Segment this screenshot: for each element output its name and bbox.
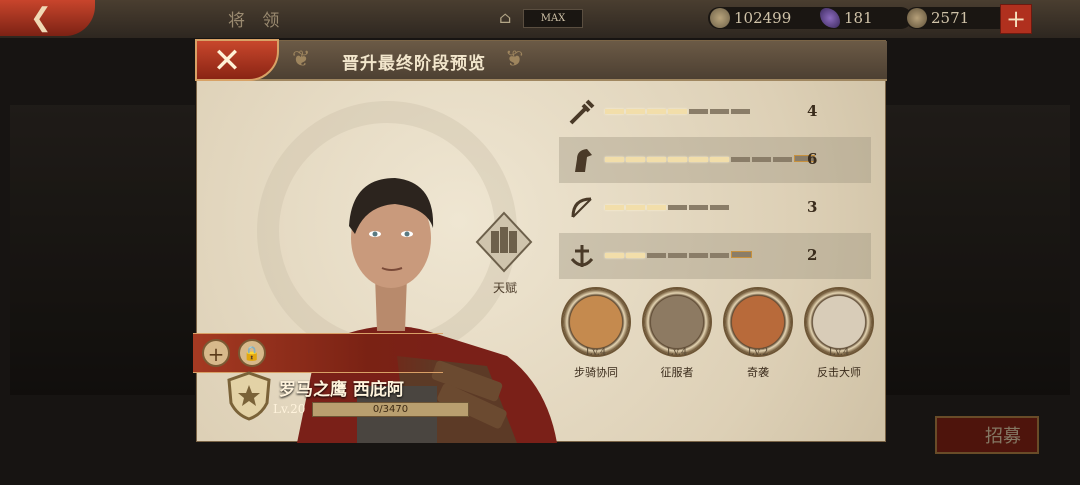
stat-row-navy: 2: [559, 233, 871, 279]
stat-bar-segment: [731, 251, 752, 258]
sword-laurel-skill-icon: [644, 289, 710, 355]
stat-bar-segment: [668, 109, 687, 114]
stat-bar-segment: [626, 205, 645, 210]
close-button[interactable]: ✕: [195, 39, 279, 81]
stat-bar-segment: [731, 109, 750, 114]
skill-item[interactable]: Lv.4 步骑协同: [559, 289, 633, 379]
troop-counter: 2571: [905, 7, 1011, 29]
stat-bar-segment: [689, 205, 708, 210]
stat-bar-segment: [689, 253, 708, 258]
skill-item[interactable]: Lv.4 征服者: [640, 289, 714, 379]
skill-level: Lv.4: [585, 347, 607, 358]
rank-shield-icon: [227, 371, 271, 421]
anchor-icon: [570, 245, 594, 267]
building-level-indicator: ⌂ MAX: [497, 7, 593, 29]
stat-bar-segment: [773, 157, 792, 162]
stat-value: 6: [807, 150, 818, 168]
stat-bar-segment: [668, 253, 687, 258]
stat-value: 2: [807, 246, 818, 264]
stat-bar-segment: [605, 109, 624, 114]
gem-icon: [820, 8, 840, 28]
sword-icon: [569, 99, 595, 125]
gem-counter: 181: [818, 7, 912, 29]
back-button[interactable]: ❮: [0, 0, 95, 36]
exp-text: 0/3470: [372, 404, 409, 415]
lock-button[interactable]: 🔒: [238, 339, 266, 367]
talent-icon[interactable]: [473, 211, 535, 273]
stat-value: 4: [807, 102, 818, 120]
dialog-header: ❦ 晋升最终阶段预览 ❦: [197, 41, 887, 81]
skill-name: 征服者: [660, 366, 694, 379]
stat-row-infantry: 4: [559, 89, 871, 135]
dialog-title: 晋升最终阶段预览: [342, 54, 486, 74]
skill-level: Lv.2: [747, 347, 769, 358]
raid-skill-icon: [725, 289, 791, 355]
laurel-right-icon: ❦: [505, 47, 524, 72]
stat-bar-segment: [605, 253, 624, 258]
talent-label: 天赋: [493, 281, 518, 295]
stat-bar-segment: [626, 109, 645, 114]
helmet-icon: [907, 8, 927, 28]
exp-bar: 0/3470: [312, 402, 469, 417]
stat-bar-segment: [710, 109, 729, 114]
stat-bar-segment: [710, 205, 729, 210]
skill-item[interactable]: Lv.2 奇袭: [721, 289, 795, 379]
stat-bar-segment: [668, 157, 687, 162]
skill-name: 步骑协同: [574, 366, 618, 379]
skill-name: 反击大师: [817, 366, 861, 379]
stat-value: 3: [807, 198, 818, 216]
skill-item[interactable]: Lv.4 反击大师: [802, 289, 876, 379]
skill-level: Lv.4: [666, 347, 688, 358]
stat-bar-segment: [647, 205, 666, 210]
laurel-left-icon: ❦: [292, 47, 311, 72]
skill-level: Lv.4: [828, 347, 850, 358]
stat-bar-segment: [689, 109, 708, 114]
promotion-preview-dialog: ❦ 晋升最终阶段预览 ❦ ✕ 天赋 + 🔒 罗马之鹰 西庇阿 Lv.20 0/3…: [193, 39, 887, 443]
stat-bar-segment: [647, 109, 666, 114]
stat-bar-segment: [668, 205, 687, 210]
bow-icon: [571, 197, 592, 218]
stat-bar-segment: [710, 157, 729, 162]
stat-bar-segment: [647, 253, 666, 258]
add-resource-button[interactable]: +: [1000, 4, 1032, 34]
infantry-cavalry-skill-icon: [563, 289, 629, 355]
stat-row-archer: 3: [559, 185, 871, 231]
stat-bar-segment: [605, 205, 624, 210]
skill-name: 奇袭: [747, 366, 769, 379]
stat-bar-segment: [689, 157, 708, 162]
stat-row-cavalry: 6: [559, 137, 871, 183]
stat-bar-segment: [626, 253, 645, 258]
stat-bar-segment: [605, 157, 624, 162]
troop-aptitude-list: 4 6 3 2: [559, 89, 871, 281]
stat-bar-segment: [647, 157, 666, 162]
skill-list: Lv.4 步骑协同 Lv.4 征服者 Lv.2 奇袭 Lv.4 反击大师: [559, 289, 879, 379]
counterattack-skill-icon: [806, 289, 872, 355]
hero-action-bar: + 🔒: [193, 333, 443, 373]
troop-value: 2571: [931, 9, 970, 27]
coin-icon: [710, 8, 730, 28]
hero-level: Lv.20: [273, 402, 306, 416]
horse-icon: [575, 149, 592, 172]
building-icon: ⌂: [499, 8, 512, 27]
stat-bar-segment: [626, 157, 645, 162]
stat-bar-segment: [710, 253, 729, 258]
add-button[interactable]: +: [202, 339, 230, 367]
hero-name: 罗马之鹰 西庇阿: [279, 380, 404, 400]
stat-bar-segment: [752, 157, 771, 162]
coin-value: 102499: [734, 9, 792, 27]
max-label: MAX: [523, 9, 583, 28]
stat-bar-segment: [731, 157, 750, 162]
screen-title: 将 领: [228, 11, 286, 31]
gem-value: 181: [844, 9, 873, 27]
